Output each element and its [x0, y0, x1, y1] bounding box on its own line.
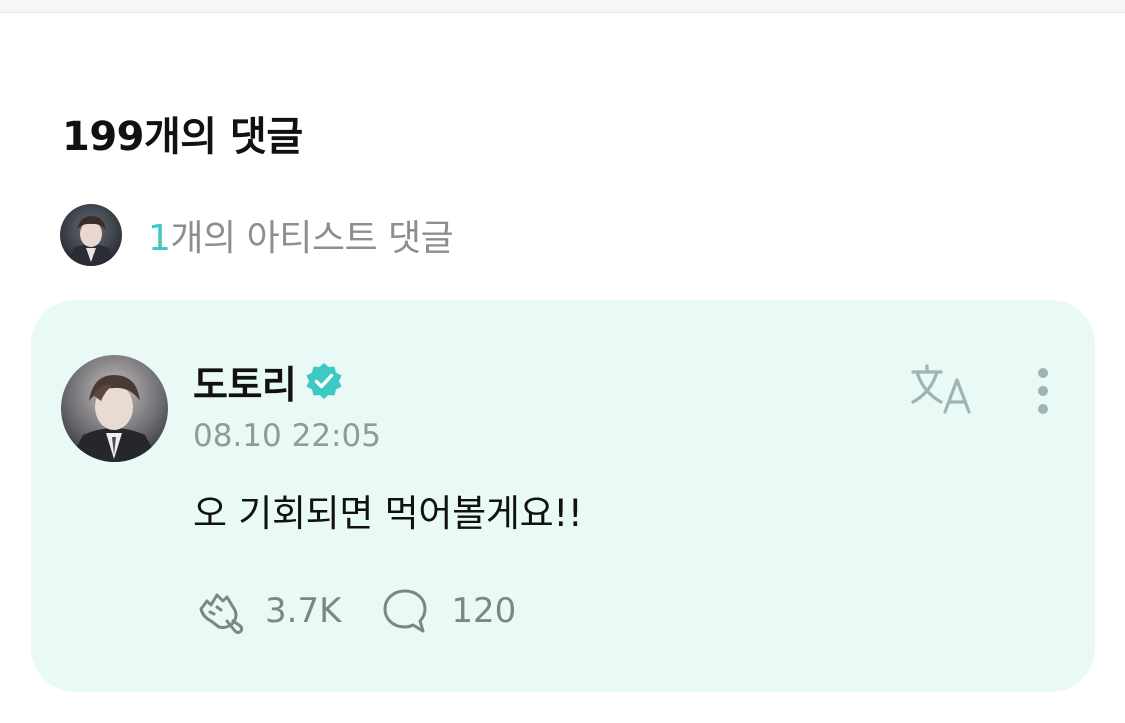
translate-icon — [911, 364, 971, 414]
artist-mini-avatar — [60, 204, 122, 266]
artist-comments-count: 1 — [148, 218, 171, 259]
more-options-button[interactable] — [1023, 362, 1063, 422]
more-vertical-icon — [1038, 368, 1048, 414]
artist-comments-label: 1개의 아티스트 댓글 — [148, 209, 454, 261]
author-row: 도토리 — [193, 358, 344, 407]
speech-bubble-icon — [383, 589, 427, 633]
author-avatar[interactable] — [61, 355, 168, 462]
author-name[interactable]: 도토리 — [193, 354, 297, 409]
verified-badge-icon — [306, 363, 342, 399]
comment-count-heading: 199개의 댓글 — [62, 114, 303, 160]
artist-comments-text: 개의 아티스트 댓글 — [170, 218, 454, 259]
section-divider — [0, 0, 1125, 13]
cheer-hand-icon — [199, 593, 244, 634]
reply-button[interactable]: 120 — [379, 585, 516, 637]
comment-body: 오 기회되면 먹어볼게요!! — [193, 492, 583, 535]
artist-comments-filter[interactable]: 1개의 아티스트 댓글 — [60, 204, 454, 266]
reply-count: 120 — [451, 591, 517, 631]
cheer-button[interactable]: 3.7K — [193, 585, 341, 637]
comment-actions: 3.7K 120 — [193, 585, 516, 637]
cheer-count: 3.7K — [265, 591, 342, 631]
artist-comment-card: 도토리 08.10 22:05 오 기회되면 먹어볼게요!! 3.7K 120 — [31, 300, 1095, 692]
translate-button[interactable] — [907, 362, 977, 418]
comment-timestamp: 08.10 22:05 — [193, 418, 381, 454]
